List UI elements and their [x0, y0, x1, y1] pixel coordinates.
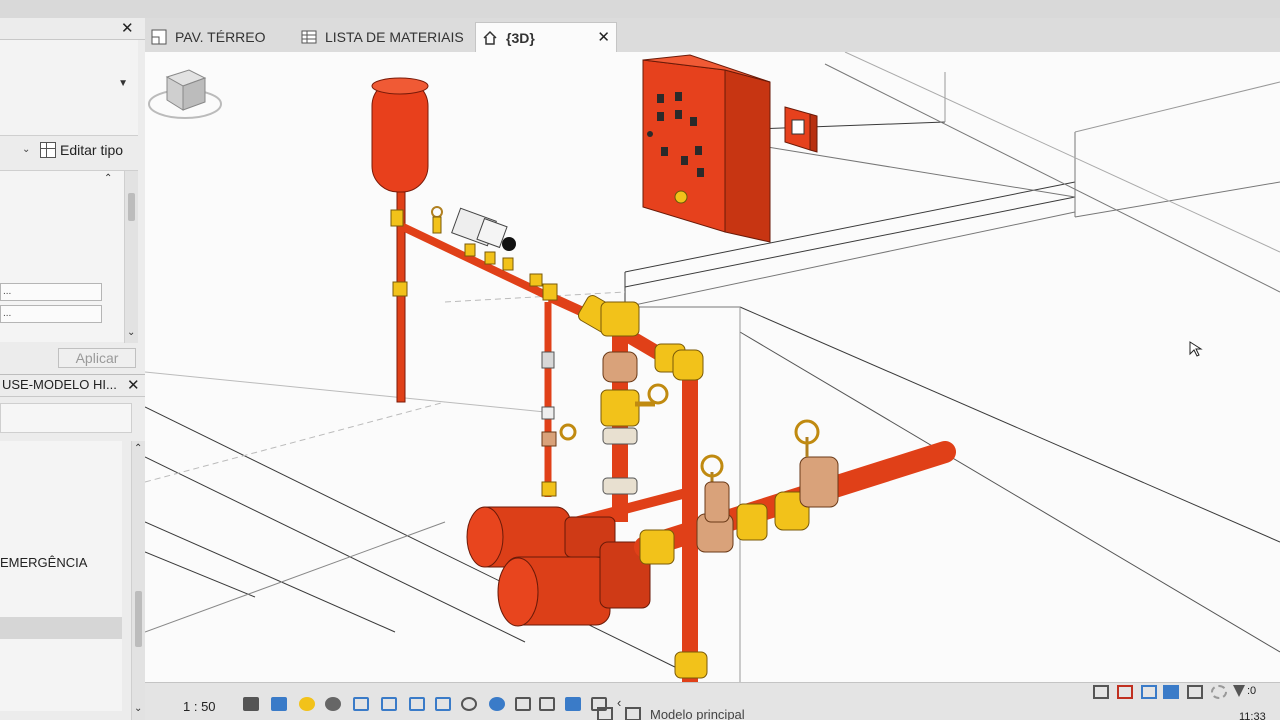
pump-control-panel[interactable] [642, 54, 771, 243]
scroll-thumb[interactable] [128, 193, 135, 221]
collapse-icon[interactable]: ‹ [617, 695, 621, 710]
project-browser-title: USE-MODELO HI... [2, 377, 117, 392]
shadows-icon[interactable] [325, 697, 341, 711]
browser-tree: EMERGÊNCIA [0, 441, 122, 711]
scroll-down-icon[interactable]: ⌄ [134, 703, 142, 714]
edit-type-label: Editar tipo [60, 142, 124, 158]
system-clock: 11:33 [1239, 711, 1266, 720]
pressure-switch-assembly[interactable] [401, 206, 608, 327]
view-scale[interactable]: 1 : 50 [183, 699, 216, 714]
tab-pav-terreo[interactable]: PAV. TÉRREO [145, 22, 295, 52]
tab-label: LISTA DE MATERIAIS [325, 29, 464, 45]
tab-3d[interactable]: {3D} ✕ [475, 22, 617, 52]
tab-label: PAV. TÉRREO [175, 29, 266, 45]
edit-type-button[interactable]: Editar tipo [40, 142, 123, 158]
scroll-thumb[interactable] [135, 591, 142, 647]
browser-search-input[interactable] [0, 403, 132, 433]
design-options-icon[interactable] [625, 707, 641, 720]
close-icon[interactable]: ✕ [121, 19, 134, 37]
select-links-icon[interactable] [1093, 685, 1109, 699]
select-by-face-icon[interactable] [1163, 685, 1179, 699]
view-control-bar: 1 : 50 ‹ :0 Modelo principal 11:33 [145, 682, 1280, 720]
collapse-up-icon[interactable]: ⌃ [104, 173, 112, 184]
sun-path-icon[interactable] [299, 697, 315, 711]
tab-lista-de-materiais[interactable]: LISTA DE MATERIAIS [295, 22, 475, 52]
visual-style-icon[interactable] [271, 697, 287, 711]
apply-button[interactable]: Aplicar [58, 348, 136, 368]
left-panels: ✕ ▼ ⌄ Editar tipo ⌃ ... ... ⌄ Aplicar US… [0, 18, 145, 720]
edit-type-row: ⌄ Editar tipo [0, 138, 145, 166]
tree-selection[interactable] [0, 617, 122, 639]
schedule-icon [301, 30, 317, 44]
filter-count: :0 [1247, 685, 1257, 697]
reveal-hidden-icon[interactable] [461, 697, 477, 711]
floor-plan-icon [151, 29, 167, 45]
3d-viewport[interactable] [145, 52, 1280, 682]
worksets-icon[interactable] [597, 707, 613, 720]
type-selector[interactable]: ▼ [0, 40, 138, 136]
project-browser: USE-MODELO HI... ✕ EMERGÊNCIA ⌃ ⌄ [0, 374, 145, 720]
detail-level-icon[interactable] [243, 697, 259, 711]
scroll-up-icon[interactable]: ⌃ [134, 443, 142, 454]
lock-view-icon[interactable] [515, 697, 531, 711]
tab-label: {3D} [506, 29, 535, 46]
crop-view-icon[interactable] [381, 697, 397, 711]
background-process-icon[interactable] [1211, 685, 1227, 699]
revit-screen: ✕ ▼ ⌄ Editar tipo ⌃ ... ... ⌄ Aplicar US… [0, 0, 1280, 720]
filter-dropdown-icon[interactable]: ⌄ [22, 144, 30, 155]
highlight-displacement-icon[interactable] [565, 697, 581, 711]
select-pinned-icon[interactable] [1141, 685, 1157, 699]
close-icon[interactable]: ✕ [127, 376, 140, 396]
properties-panel: ✕ ▼ ⌄ Editar tipo ⌃ ... ... ⌄ Aplicar [0, 18, 145, 374]
fire-alarm-box[interactable] [784, 106, 818, 153]
close-icon[interactable]: ✕ [597, 28, 610, 46]
drag-elements-icon[interactable] [1187, 685, 1203, 699]
render-icon[interactable] [353, 697, 369, 711]
view-cube[interactable] [145, 52, 225, 132]
properties-scrollbar[interactable]: ⌄ [124, 171, 138, 343]
pump-room-3d-model [145, 52, 1280, 682]
home-icon [483, 30, 497, 45]
tree-item-emergencia[interactable]: EMERGÊNCIA [0, 555, 87, 570]
scroll-down-icon[interactable]: ⌄ [127, 327, 135, 338]
analytical-model-icon[interactable] [539, 697, 555, 711]
expansion-tank[interactable] [371, 77, 429, 403]
select-underlay-icon[interactable] [1117, 685, 1133, 699]
filter-icon[interactable] [1233, 685, 1245, 697]
temporary-hide-icon[interactable] [435, 697, 451, 711]
property-field[interactable]: ... [0, 305, 102, 323]
active-model-label[interactable]: Modelo principal [650, 707, 745, 720]
worksharing-icon[interactable] [489, 697, 505, 711]
property-field[interactable]: ... [0, 283, 102, 301]
show-crop-icon[interactable] [409, 697, 425, 711]
properties-titlebar: ✕ [0, 18, 145, 40]
chevron-down-icon[interactable]: ▼ [118, 78, 128, 89]
project-browser-titlebar: USE-MODELO HI... ✕ [0, 375, 145, 397]
properties-list: ⌃ ... ... ⌄ [0, 170, 138, 343]
edit-type-icon [40, 142, 56, 158]
browser-scrollbar[interactable]: ⌃ ⌄ [131, 441, 145, 720]
mouse-cursor-icon [1189, 341, 1203, 357]
